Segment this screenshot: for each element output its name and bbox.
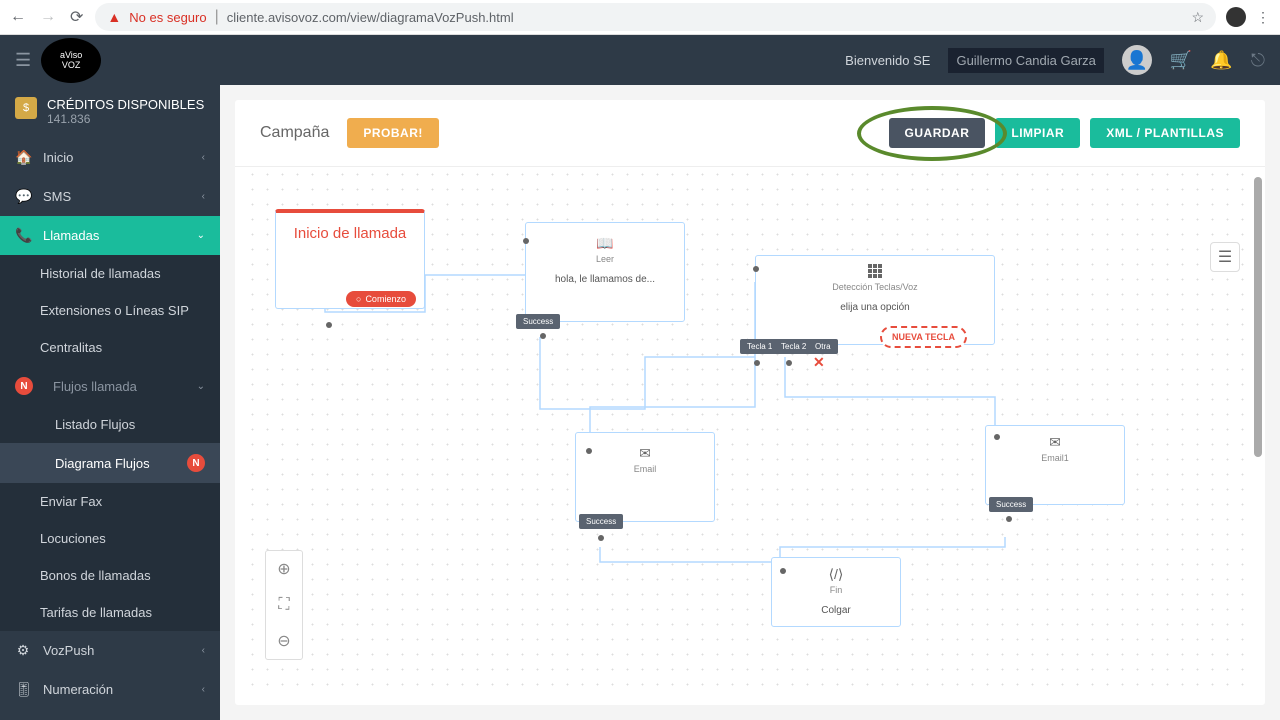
nueva-tecla-button[interactable]: NUEVA TECLA <box>880 326 967 348</box>
delete-x-icon[interactable]: ✕ <box>813 354 825 371</box>
credits-block: $ CRÉDITOS DISPONIBLES 141.836 <box>0 85 220 138</box>
welcome-label: Bienvenido SE <box>845 53 930 68</box>
sidebar-item-flujos[interactable]: NFlujos llamada⌄ <box>0 366 220 406</box>
browser-menu-icon[interactable]: ⋮ <box>1256 9 1270 26</box>
chevron-icon: ‹ <box>202 645 205 656</box>
badge-n: N <box>187 454 205 472</box>
node-label: Leer <box>596 254 614 264</box>
url-bar[interactable]: ▲ No es seguro | cliente.avisovoz.com/vi… <box>95 3 1216 31</box>
end-icon: ⟨/⟩ <box>829 566 844 583</box>
node-body: elija una opción <box>840 302 910 313</box>
coins-icon: $ <box>15 97 37 119</box>
back-icon[interactable]: ← <box>10 8 26 26</box>
hamburger-icon[interactable]: ☰ <box>15 50 31 71</box>
sidebar: $ CRÉDITOS DISPONIBLES 141.836 🏠Inicio‹ … <box>0 85 220 720</box>
node-end[interactable]: ⟨/⟩ Fin Colgar <box>771 557 901 627</box>
bookmark-star-icon[interactable]: ☆ <box>1191 9 1204 26</box>
main-panel: Campaña PROBAR! GUARDAR LIMPIAR XML / PL… <box>235 100 1265 705</box>
node-start[interactable]: Inicio de llamada ○Comienzo <box>275 209 425 309</box>
zoom-controls: ⊕ ⛶ ⊖ <box>265 550 303 660</box>
node-body: hola, le llamamos de... <box>555 274 655 285</box>
chevron-icon: ‹ <box>202 684 205 695</box>
security-warning: No es seguro <box>129 10 206 25</box>
chat-icon: 💬 <box>15 188 31 205</box>
node-read[interactable]: 📖 Leer hola, le llamamos de... Success <box>525 222 685 322</box>
forward-icon[interactable]: → <box>40 8 56 26</box>
warning-icon: ▲ <box>107 9 121 25</box>
panel-title: Campaña <box>260 124 329 142</box>
probar-button[interactable]: PROBAR! <box>347 118 439 148</box>
avatar[interactable]: 👤 <box>1122 45 1152 75</box>
reload-icon[interactable]: ⟳ <box>70 7 83 27</box>
book-icon: 📖 <box>596 235 613 252</box>
success-tag: Success <box>579 514 623 529</box>
sidebar-item-tarifas[interactable]: Tarifas de llamadas <box>0 594 220 631</box>
sidebar-item-centralitas[interactable]: Centralitas <box>0 329 220 366</box>
fullscreen-button[interactable]: ⛶ <box>266 587 302 623</box>
credits-value: 141.836 <box>47 112 204 126</box>
sidebar-item-listado[interactable]: Listado Flujos <box>0 406 220 443</box>
sidebar-item-bonos[interactable]: Bonos de llamadas <box>0 557 220 594</box>
success-tag: Success <box>516 314 560 329</box>
cart-icon[interactable]: 🛒 <box>1170 50 1192 71</box>
zoom-out-button[interactable]: ⊖ <box>266 623 302 659</box>
gear-icon: ⚙ <box>15 642 31 659</box>
user-name: Guillermo Candia Garza <box>948 48 1103 73</box>
sidebar-item-extensiones[interactable]: Extensiones o Líneas SIP <box>0 292 220 329</box>
list-icon[interactable]: ☰ <box>1210 242 1240 272</box>
zoom-in-button[interactable]: ⊕ <box>266 551 302 587</box>
chevron-down-icon: ⌄ <box>197 381 205 392</box>
sidebar-item-inicio[interactable]: 🏠Inicio‹ <box>0 138 220 177</box>
sidebar-item-locuciones[interactable]: Locuciones <box>0 520 220 557</box>
sidebar-item-llamadas[interactable]: 📞Llamadas⌄ <box>0 216 220 255</box>
xml-button[interactable]: XML / PLANTILLAS <box>1090 118 1240 148</box>
logout-icon[interactable]: ⎋ <box>1251 50 1265 71</box>
node-start-title: Inicio de llamada <box>276 213 424 254</box>
guardar-button[interactable]: GUARDAR <box>889 118 986 148</box>
phone-icon: 📞 <box>15 227 31 244</box>
mail-icon: ✉ <box>1049 434 1061 451</box>
url-text: cliente.avisovoz.com/view/diagramaVozPus… <box>227 10 1184 25</box>
node-label: Email <box>634 464 657 474</box>
start-pill[interactable]: ○Comienzo <box>346 291 416 307</box>
sidebar-item-fax[interactable]: Enviar Fax <box>0 483 220 520</box>
chevron-icon: ‹ <box>202 191 205 202</box>
home-icon: 🏠 <box>15 149 31 166</box>
browser-address-bar: ← → ⟳ ▲ No es seguro | cliente.avisovoz.… <box>0 0 1280 35</box>
diagram-canvas[interactable]: Inicio de llamada ○Comienzo 📖 Leer hola,… <box>245 167 1255 695</box>
node-email[interactable]: ✉ Email Success <box>575 432 715 522</box>
bell-icon[interactable]: 🔔 <box>1210 50 1232 71</box>
sidebar-item-numeracion[interactable]: 🎚Numeración‹ <box>0 670 220 709</box>
node-label: Detección Teclas/Voz <box>832 282 917 292</box>
node-body: Colgar <box>821 605 850 616</box>
chevron-icon: ‹ <box>202 152 205 163</box>
node-label: Fin <box>830 585 843 595</box>
node-email1[interactable]: ✉ Email1 Success <box>985 425 1125 505</box>
sidebar-item-historial[interactable]: Historial de llamadas <box>0 255 220 292</box>
success-tag: Success <box>989 497 1033 512</box>
mail-icon: ✉ <box>639 445 651 462</box>
panel-header: Campaña PROBAR! GUARDAR LIMPIAR XML / PL… <box>235 100 1265 167</box>
logo[interactable]: aVisoVOZ <box>41 38 101 83</box>
sidebar-item-sms[interactable]: 💬SMS‹ <box>0 177 220 216</box>
app-topbar: ☰ aVisoVOZ Bienvenido SE Guillermo Candi… <box>0 35 1280 85</box>
chevron-down-icon: ⌄ <box>197 230 205 241</box>
extension-icon[interactable] <box>1226 7 1246 27</box>
node-label: Email1 <box>1041 453 1069 463</box>
sidebar-item-vozpush[interactable]: ⚙VozPush‹ <box>0 631 220 670</box>
otra-tag[interactable]: Otra <box>808 339 838 354</box>
limpiar-button[interactable]: LIMPIAR <box>995 118 1080 148</box>
badge-n: N <box>15 377 33 395</box>
sliders-icon: 🎚 <box>15 681 31 698</box>
canvas-scrollbar[interactable] <box>1254 177 1262 457</box>
workspace: Campaña PROBAR! GUARDAR LIMPIAR XML / PL… <box>220 85 1280 720</box>
sidebar-item-agenda[interactable]: 📖Agenda <box>0 709 220 720</box>
keypad-icon <box>868 264 882 278</box>
credits-label: CRÉDITOS DISPONIBLES <box>47 97 204 112</box>
sidebar-item-diagrama[interactable]: Diagrama FlujosN <box>0 443 220 483</box>
